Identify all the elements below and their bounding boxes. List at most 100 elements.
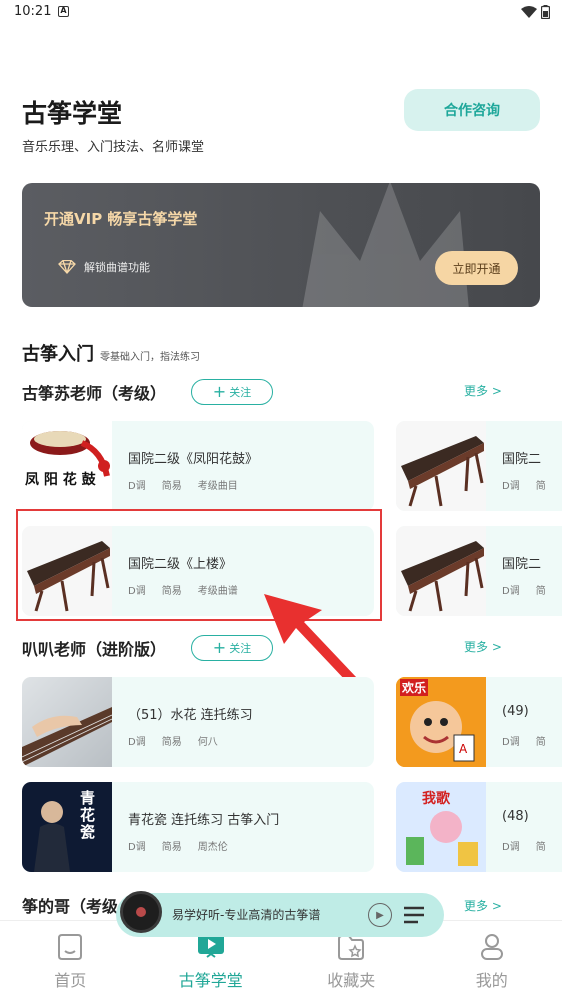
section-title: 古筝入门 xyxy=(22,344,94,365)
song-level: 简 xyxy=(535,737,546,748)
song-level: 简易 xyxy=(161,842,182,853)
song-meta: D调 简 xyxy=(502,477,546,492)
vip-open-button[interactable]: 立即开通 xyxy=(435,251,518,285)
play-button[interactable]: ▶ xyxy=(368,903,392,927)
teacher-name: 古筝苏老师（考级） xyxy=(22,384,167,403)
page-title: 古筝学堂 xyxy=(22,99,123,128)
song-title: 青花瓷 连托练习 古筝入门 xyxy=(128,813,280,828)
hands-playing-image xyxy=(22,707,112,767)
song-title: (49) xyxy=(502,704,529,719)
plus-icon: + xyxy=(212,638,227,657)
teacher-name: 叭叭老师（进阶版） xyxy=(22,640,167,659)
drum-caption: 凤 阳 花 鼓 xyxy=(25,472,96,488)
song-thumbnail-drum: 凤 阳 花 鼓 xyxy=(22,421,112,511)
song-card[interactable]: 我歌 (48) D调 简 xyxy=(396,782,562,872)
song-artist: 何八 xyxy=(197,737,218,748)
song-card[interactable]: 青 花 瓷 青花瓷 连托练习 古筝入门 D调 简易 周杰伦 xyxy=(22,782,374,872)
song-thumbnail-cartoon: A 欢乐 xyxy=(396,677,486,767)
plus-icon: + xyxy=(212,382,227,401)
song-tag: 考级曲目 xyxy=(197,481,238,492)
song-key: D调 xyxy=(128,842,146,853)
song-level: 简 xyxy=(535,842,546,853)
song-level: 简 xyxy=(535,586,546,597)
teacher-row-baba: 叭叭老师（进阶版） + 关注 更多 > xyxy=(22,634,540,662)
song-title: 国院二 xyxy=(502,452,542,467)
vip-feature-label: 解锁曲谱功能 xyxy=(84,261,150,274)
more-link[interactable]: 更多 > xyxy=(464,382,502,399)
consult-button[interactable]: 合作咨询 xyxy=(404,89,540,131)
song-thumbnail-hands xyxy=(22,677,112,767)
more-link[interactable]: 更多 > xyxy=(464,638,502,655)
mini-player[interactable]: 易学好听-专业高清的古筝谱 ▶ xyxy=(116,893,444,937)
vip-banner[interactable]: 开通VIP 畅享古筝学堂 解锁曲谱功能 立即开通 xyxy=(22,183,540,307)
nav-mine[interactable]: 我的 xyxy=(422,921,562,999)
album-caption: 青 花 瓷 xyxy=(80,789,96,841)
nav-label: 首页 xyxy=(54,971,87,990)
teacher-name: 筝的哥（考级 xyxy=(22,897,119,916)
teacher-row-su: 古筝苏老师（考级） + 关注 更多 > xyxy=(22,378,540,406)
singer-image xyxy=(34,801,70,872)
song-level: 简易 xyxy=(161,481,182,492)
song-meta: D调 简 xyxy=(502,733,546,748)
status-time: 10:21 xyxy=(14,4,52,19)
song-level: 简易 xyxy=(161,737,182,748)
song-meta: D调 简 xyxy=(502,838,546,853)
song-key: D调 xyxy=(128,737,146,748)
song-key: D调 xyxy=(502,481,520,492)
vip-title: 开通VIP 畅享古筝学堂 xyxy=(44,210,198,228)
section-subtitle: 零基础入门，指法练习 xyxy=(100,352,200,363)
vip-feature: 解锁曲谱功能 xyxy=(58,259,150,275)
follow-label: 关注 xyxy=(229,642,252,655)
status-icons xyxy=(521,5,550,19)
song-thumbnail-guzheng xyxy=(396,526,486,616)
nav-label: 古筝学堂 xyxy=(178,971,243,990)
song-title: 国院二级《凤阳花鼓》 xyxy=(128,452,259,467)
song-artist: 周杰伦 xyxy=(197,842,228,853)
status-bar: 10:21 A xyxy=(0,0,562,24)
cartoon-caption: 欢乐 xyxy=(400,679,429,696)
page-subtitle: 音乐乐理、入门技法、名师课堂 xyxy=(22,140,205,155)
song-card[interactable]: 国院二 D调 简 xyxy=(396,526,562,616)
player-title: 易学好听-专业高清的古筝谱 xyxy=(172,908,321,922)
song-title: (48) xyxy=(502,809,529,824)
follow-button[interactable]: + 关注 xyxy=(191,635,273,661)
kids-caption: 我歌 xyxy=(422,791,450,807)
svg-text:A: A xyxy=(459,742,468,756)
song-key: D调 xyxy=(128,481,146,492)
vinyl-disc-icon[interactable] xyxy=(120,891,162,933)
song-card[interactable]: A 欢乐 (49) D调 简 xyxy=(396,677,562,767)
section-heading: 古筝入门 零基础入门，指法练习 xyxy=(22,340,200,366)
play-screen-icon xyxy=(197,934,224,958)
song-title: （51）水花 连托练习 xyxy=(128,708,253,723)
song-thumbnail-guzheng xyxy=(396,421,486,511)
song-meta: D调 简易 何八 xyxy=(128,733,218,748)
song-thumbnail-kids: 我歌 xyxy=(396,782,486,872)
home-icon xyxy=(58,934,83,960)
song-title: 国院二 xyxy=(502,557,542,572)
follow-button[interactable]: + 关注 xyxy=(191,379,273,405)
song-key: D调 xyxy=(502,586,520,597)
battery-icon xyxy=(541,5,550,19)
star-folder-icon xyxy=(338,935,365,960)
song-card[interactable]: （51）水花 连托练习 D调 简易 何八 xyxy=(22,677,374,767)
song-card[interactable]: 凤 阳 花 鼓 国院二级《凤阳花鼓》 D调 简易 考级曲目 xyxy=(22,421,374,511)
guzheng-image xyxy=(401,541,484,612)
diamond-icon xyxy=(58,260,76,274)
song-card[interactable]: 国院二 D调 简 xyxy=(396,421,562,511)
guzheng-image xyxy=(401,436,484,507)
song-key: D调 xyxy=(502,842,520,853)
nav-home[interactable]: 首页 xyxy=(0,921,141,999)
follow-label: 关注 xyxy=(229,386,252,399)
nav-label: 收藏夹 xyxy=(327,971,376,990)
person-icon xyxy=(480,934,503,960)
song-thumbnail-qinghuaci: 青 花 瓷 xyxy=(22,782,112,872)
song-meta: D调 简易 考级曲目 xyxy=(128,477,238,492)
song-key: D调 xyxy=(502,737,520,748)
playlist-icon[interactable] xyxy=(402,904,426,926)
song-level: 简 xyxy=(535,481,546,492)
notification-app-icon: A xyxy=(58,6,69,17)
nav-label: 我的 xyxy=(475,971,508,990)
more-link[interactable]: 更多 > xyxy=(464,897,502,914)
wifi-icon xyxy=(521,5,537,18)
crown-watermark-icon xyxy=(302,183,469,307)
